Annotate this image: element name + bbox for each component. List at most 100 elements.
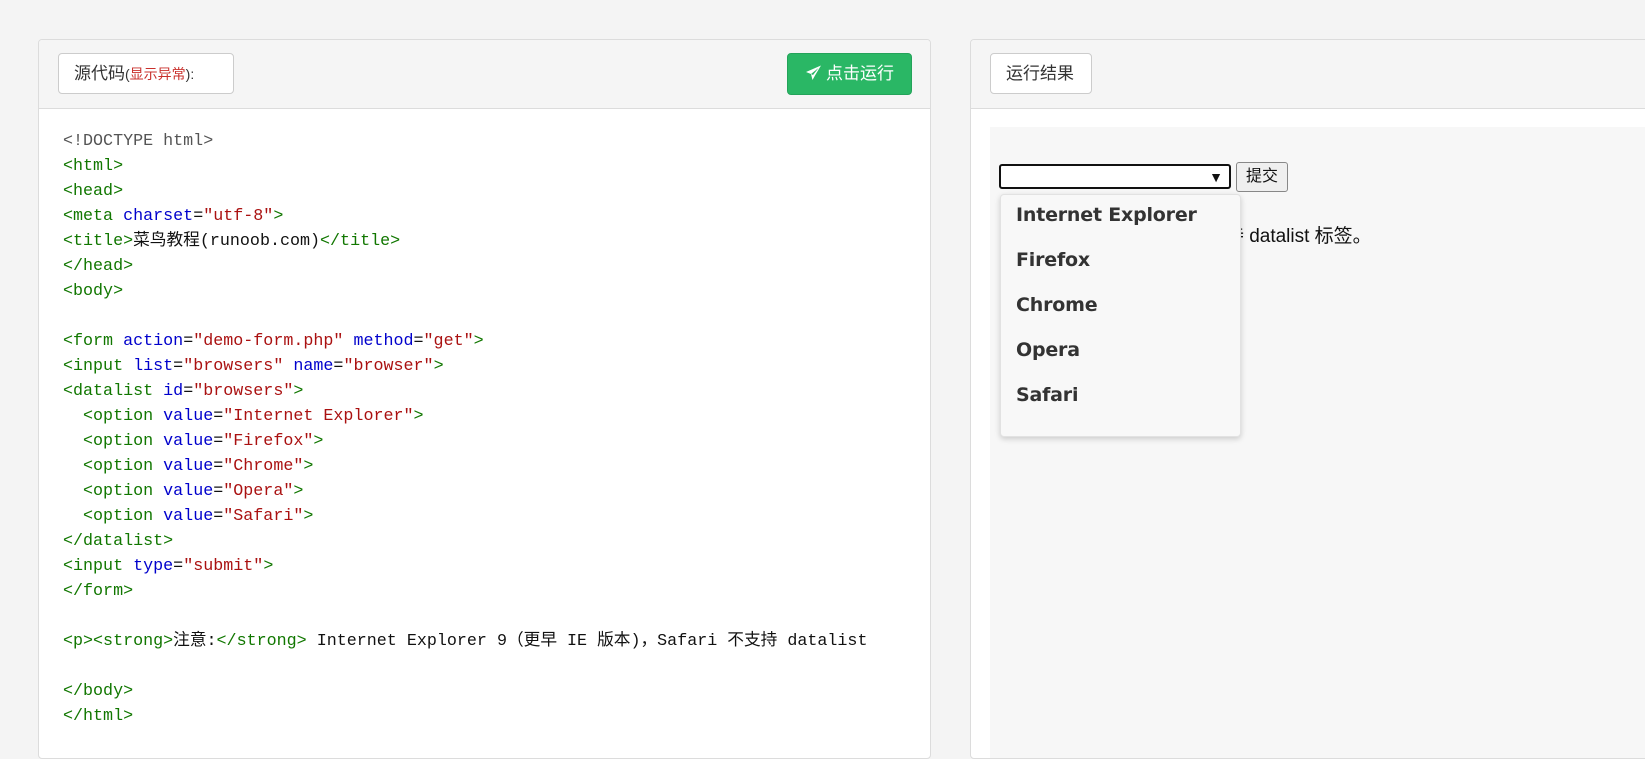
code-token: = [333, 357, 344, 376]
code-token: <option [63, 482, 164, 501]
code-token: = [183, 382, 194, 401]
code-token: = [213, 507, 224, 526]
code-line: <input type="submit"> [63, 554, 867, 579]
code-token: method [353, 332, 414, 351]
code-line: </datalist> [63, 529, 867, 554]
code-token: value [163, 407, 214, 426]
code-line: <input list="browsers" name="browser"> [63, 354, 867, 379]
code-token: "Firefox" [223, 432, 314, 451]
result-header: 运行结果 [971, 40, 1645, 109]
label-paren-close: ): [185, 66, 195, 82]
code-token: list [133, 357, 174, 376]
code-token: = [213, 407, 224, 426]
code-token: > [473, 332, 484, 351]
code-line: </form> [63, 579, 867, 604]
code-line: <meta charset="utf-8"> [63, 204, 867, 229]
code-token: > [303, 507, 314, 526]
code-token: "get" [423, 332, 474, 351]
code-token: value [163, 507, 214, 526]
code-line: <p><strong>注意:</strong> Internet Explore… [63, 629, 867, 654]
code-token: "demo-form.php" [193, 332, 344, 351]
code-token: </datalist> [63, 532, 174, 551]
code-token: = [173, 557, 184, 576]
source-code-header: 源代码(显示异常): 点击运行 [39, 40, 930, 109]
code-line: <option value="Firefox"> [63, 429, 867, 454]
code-token: </body> [63, 682, 134, 701]
code-token: "submit" [183, 557, 264, 576]
code-token: "Opera" [223, 482, 294, 501]
code-token: = [193, 207, 204, 226]
code-line: <option value="Safari"> [63, 504, 867, 529]
code-token: Internet Explorer 9（更早 IE 版本)，Safari 不支持… [306, 632, 868, 651]
submit-button[interactable]: 提交 [1236, 162, 1288, 192]
code-token: </title> [320, 232, 401, 251]
code-line: <option value="Opera"> [63, 479, 867, 504]
code-token: name [293, 357, 334, 376]
code-token: <datalist [63, 382, 164, 401]
source-code-title: 源代码 [74, 64, 125, 83]
code-token: > [293, 382, 304, 401]
code-line: <option value="Chrome"> [63, 454, 867, 479]
code-token: = [183, 332, 194, 351]
paper-plane-icon [806, 65, 821, 80]
code-token: "Internet Explorer" [223, 407, 414, 426]
browser-datalist-input[interactable]: ▼ [999, 164, 1231, 189]
triangle-down-icon[interactable]: ▼ [1209, 168, 1223, 186]
display-error-link[interactable]: 显示异常 [130, 66, 186, 82]
code-line: <datalist id="browsers"> [63, 379, 867, 404]
dropdown-option-chrome[interactable]: Chrome [1016, 294, 1098, 316]
code-token: "Safari" [223, 507, 304, 526]
code-token: "Chrome" [223, 457, 304, 476]
code-token: <input [63, 557, 134, 576]
run-button[interactable]: 点击运行 [787, 53, 912, 95]
code-token: value [163, 482, 214, 501]
code-token: <!DOCTYPE html> [63, 132, 214, 151]
code-token: </form> [63, 582, 134, 601]
code-token: > [263, 557, 274, 576]
code-token: > [413, 407, 424, 426]
code-line: <html> [63, 154, 867, 179]
code-token: <p><strong> [63, 632, 174, 651]
code-token: <form [63, 332, 124, 351]
code-token: "browsers" [183, 357, 284, 376]
code-token: <option [63, 457, 164, 476]
code-token: value [163, 457, 214, 476]
code-token: <option [63, 432, 164, 451]
code-line: <option value="Internet Explorer"> [63, 404, 867, 429]
code-line: <body> [63, 279, 867, 304]
code-token: = [213, 432, 224, 451]
code-token: <head> [63, 182, 124, 201]
code-token: type [133, 557, 174, 576]
source-code-panel: 源代码(显示异常): 点击运行 <!DOCTYPE html> <html> <he… [38, 39, 931, 759]
code-line: <form action="demo-form.php" method="get… [63, 329, 867, 354]
dropdown-option-opera[interactable]: Opera [1016, 339, 1080, 361]
code-token: > [303, 457, 314, 476]
code-token: <input [63, 357, 134, 376]
code-line: </html> [63, 704, 867, 729]
code-line: <!DOCTYPE html> [63, 129, 867, 154]
dropdown-option-safari[interactable]: Safari [1016, 384, 1078, 406]
code-token: </head> [63, 257, 134, 276]
datalist-dropdown: Internet Explorer Firefox Chrome Opera S… [1000, 194, 1241, 437]
code-token: </html> [63, 707, 134, 726]
code-token: <title> [63, 232, 134, 251]
code-line: </head> [63, 254, 867, 279]
code-line: </body> [63, 679, 867, 704]
code-token: <html> [63, 157, 124, 176]
dropdown-option-firefox[interactable]: Firefox [1016, 249, 1090, 271]
dropdown-option-internet-explorer[interactable]: Internet Explorer [1016, 204, 1197, 226]
code-token: id [163, 382, 184, 401]
code-token: "utf-8" [203, 207, 274, 226]
code-token: <option [63, 407, 164, 426]
code-editor[interactable]: <!DOCTYPE html> <html> <head> <meta charset… [63, 129, 867, 729]
result-label: 运行结果 [990, 53, 1092, 94]
code-line: <head> [63, 179, 867, 204]
code-token: = [213, 457, 224, 476]
code-token: > [313, 432, 324, 451]
code-token: 菜鸟教程(runoob.com) [133, 232, 321, 251]
